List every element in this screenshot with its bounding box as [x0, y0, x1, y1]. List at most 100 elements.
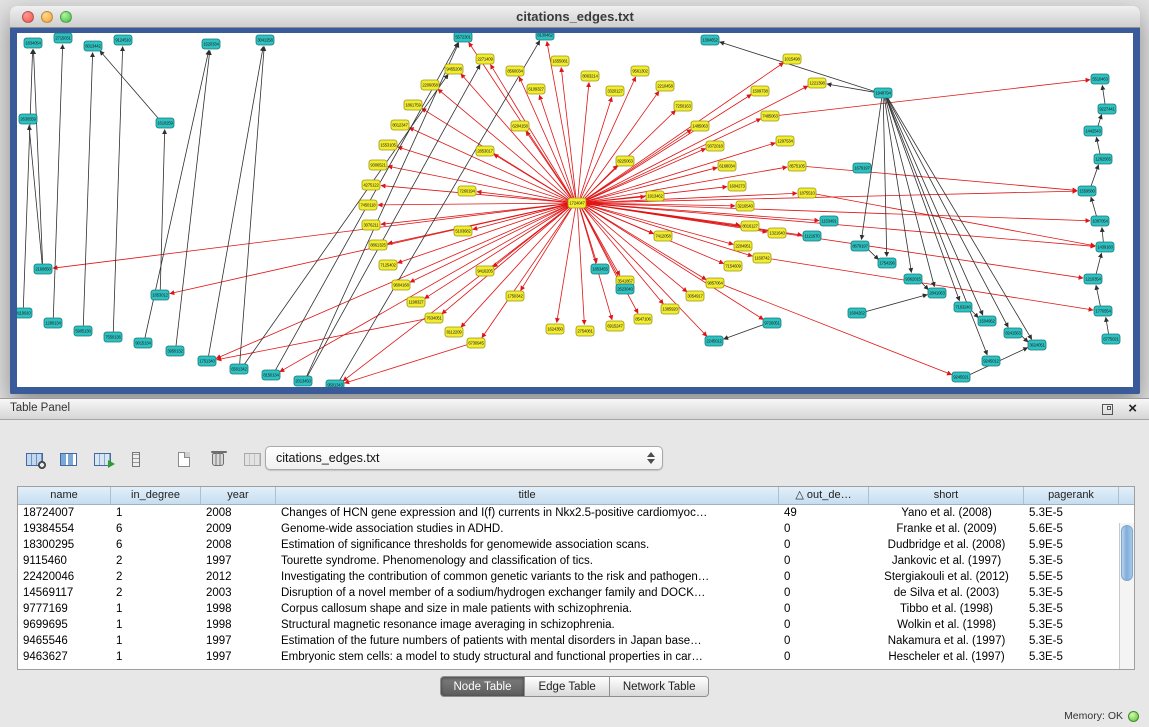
graph-node[interactable]: 2623040: [616, 284, 634, 294]
graph-edge[interactable]: [578, 82, 589, 197]
graph-node[interactable]: 1604262: [848, 308, 866, 318]
graph-node[interactable]: 1280134: [44, 318, 62, 328]
graph-node[interactable]: 7154609: [724, 261, 742, 271]
table-row[interactable]: 969969511998Structural magnetic resonanc…: [18, 617, 1119, 633]
graph-node[interactable]: 6204158: [511, 121, 529, 131]
graph-edge[interactable]: [160, 129, 164, 289]
import-table-icon[interactable]: [238, 445, 266, 473]
graph-node[interactable]: 9362015: [904, 274, 922, 284]
float-panel-icon[interactable]: [1102, 404, 1113, 415]
graph-node[interactable]: 1485063: [691, 121, 709, 131]
graph-node[interactable]: 6109327: [527, 84, 545, 94]
column-header-out_degree[interactable]: △ out_de…: [779, 487, 869, 504]
graph-node[interactable]: 1121670: [803, 231, 821, 241]
graph-node[interactable]: 1210354: [1084, 274, 1102, 284]
graph-edge[interactable]: [33, 49, 42, 263]
graph-node[interactable]: 2013450: [294, 376, 312, 386]
graph-edge[interactable]: [883, 98, 887, 256]
graph-node[interactable]: 2853017: [476, 146, 494, 156]
graph-node[interactable]: 2271409: [476, 54, 494, 64]
graph-node[interactable]: 7412058: [654, 231, 672, 241]
graph-edge[interactable]: [1102, 85, 1105, 103]
graph-edge[interactable]: [244, 74, 448, 364]
graph-node[interactable]: 9857064: [706, 278, 724, 288]
table-row[interactable]: 946554611997Estimation of the future num…: [18, 633, 1119, 649]
graph-node[interactable]: 2160650: [34, 264, 52, 274]
graph-node[interactable]: 2754081: [576, 326, 594, 336]
graph-node[interactable]: 6501342: [230, 364, 248, 374]
graph-node[interactable]: 1153491: [820, 216, 838, 226]
graph-node[interactable]: 9604168: [392, 280, 410, 290]
graph-edge[interactable]: [1098, 114, 1102, 126]
network-canvas[interactable]: 1724047220605818617598012347155310593065…: [17, 33, 1133, 387]
graph-node[interactable]: 1853455: [591, 264, 609, 274]
column-header-name[interactable]: name: [18, 487, 111, 504]
graph-node[interactable]: 3041258: [256, 35, 274, 45]
graph-edge[interactable]: [280, 206, 569, 372]
graph-node[interactable]: 1385920: [661, 304, 679, 314]
graph-node[interactable]: 9372018: [706, 141, 724, 151]
create-column-icon[interactable]: [88, 445, 116, 473]
graph-edge[interactable]: [378, 203, 568, 205]
graph-node[interactable]: 1610259: [156, 118, 174, 128]
graph-node[interactable]: 8241563: [1004, 328, 1022, 338]
graph-node[interactable]: 3076211: [362, 220, 380, 230]
tab-network-table[interactable]: Network Table: [610, 676, 710, 697]
graph-node[interactable]: 7450118: [359, 200, 377, 210]
table-row[interactable]: 977716911998Corpus callosum shape and si…: [18, 601, 1119, 617]
graph-node[interactable]: 5905130: [74, 326, 92, 336]
graph-node[interactable]: 8861325: [369, 240, 387, 250]
graph-edge[interactable]: [585, 94, 752, 200]
graph-node[interactable]: 1853012: [151, 290, 169, 300]
table-row[interactable]: 1830029562008Estimation of significance …: [18, 537, 1119, 553]
graph-edge[interactable]: [586, 203, 819, 220]
graph-edge[interactable]: [816, 194, 1095, 246]
graph-edge[interactable]: [720, 42, 875, 91]
graph-node[interactable]: 8012347: [391, 120, 409, 130]
table-row[interactable]: 946362711997Embryonic stem cells: a mode…: [18, 649, 1119, 665]
graph-edge[interactable]: [884, 98, 911, 272]
graph-edge[interactable]: [1102, 227, 1103, 241]
graph-node[interactable]: 9726051: [763, 318, 781, 328]
graph-edge[interactable]: [1106, 317, 1109, 333]
graph-node[interactable]: 9561302: [631, 66, 649, 76]
graph-edge[interactable]: [461, 74, 571, 199]
graph-node[interactable]: 8150134: [262, 370, 280, 380]
graph-node[interactable]: 1770554: [1094, 306, 1112, 316]
graph-node[interactable]: 2715031: [54, 33, 72, 43]
graph-edge[interactable]: [827, 84, 874, 92]
graph-edge[interactable]: [584, 206, 687, 292]
graph-node[interactable]: 1861759: [404, 100, 422, 110]
graph-node[interactable]: 8679197: [851, 241, 869, 251]
graph-edge[interactable]: [381, 204, 568, 225]
column-header-year[interactable]: year: [201, 487, 276, 504]
graph-edge[interactable]: [345, 345, 468, 384]
graph-edge[interactable]: [240, 46, 265, 363]
network-table-selector[interactable]: citations_edges.txt: [265, 446, 663, 470]
graph-node[interactable]: 2206058: [421, 80, 439, 90]
graph-edge[interactable]: [23, 49, 32, 307]
new-table-icon[interactable]: [170, 445, 198, 473]
graph-node[interactable]: 1751340: [198, 356, 216, 366]
column-header-in_degree[interactable]: in_degree: [111, 487, 201, 504]
graph-edge[interactable]: [176, 50, 210, 345]
graph-node[interactable]: 9124510: [114, 35, 132, 45]
window-close-button[interactable]: [22, 11, 34, 23]
graph-edge[interactable]: [886, 98, 987, 355]
graph-edge[interactable]: [388, 166, 568, 202]
graph-node[interactable]: 7125402: [379, 260, 397, 270]
graph-node[interactable]: 1160742: [753, 253, 771, 263]
graph-node[interactable]: 6775021: [1102, 334, 1120, 344]
graph-edge[interactable]: [585, 129, 692, 200]
graph-edge[interactable]: [29, 125, 42, 263]
graph-node[interactable]: 6730945: [467, 338, 485, 348]
column-header-pagerank[interactable]: pagerank: [1024, 487, 1119, 504]
show-columns-icon[interactable]: [54, 445, 82, 473]
graph-node[interactable]: 9306521: [369, 160, 387, 170]
window-titlebar[interactable]: citations_edges.txt: [10, 6, 1140, 28]
graph-node[interactable]: 1875510: [798, 188, 816, 198]
tab-node-table[interactable]: Node Table: [440, 676, 526, 697]
table-row[interactable]: 911546021997Tourette syndrome. Phenomeno…: [18, 553, 1119, 569]
graph-edge[interactable]: [482, 207, 572, 337]
graph-edge[interactable]: [868, 249, 879, 260]
